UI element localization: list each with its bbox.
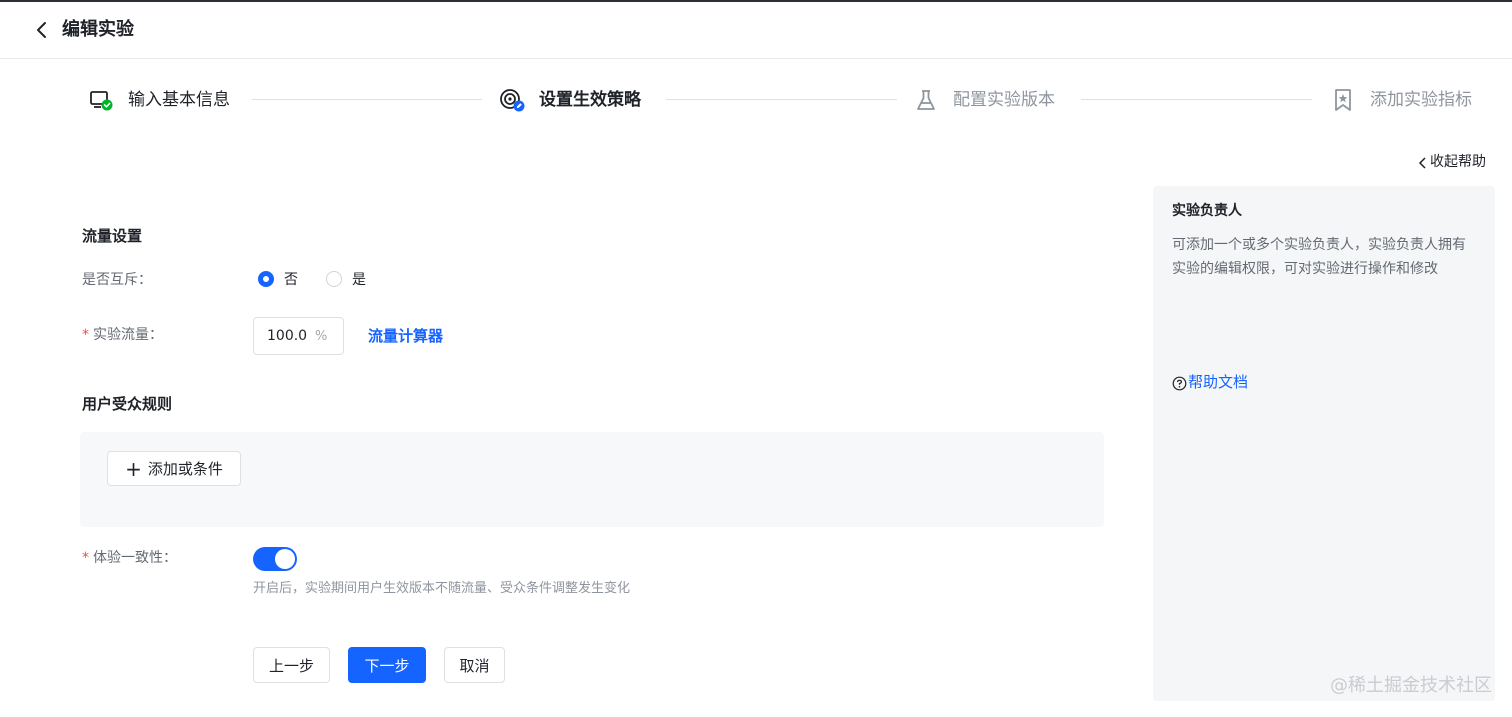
step-metrics[interactable]: 添加实验指标 <box>1330 86 1472 114</box>
page-header: 编辑实验 <box>0 2 1512 59</box>
radio-label: 是 <box>352 272 366 288</box>
monitor-check-icon <box>88 87 114 113</box>
help-panel: 实验负责人 可添加一个或多个实验负责人，实验负责人拥有实验的编辑权限，可对实验进… <box>1153 186 1495 701</box>
consistency-label: 体验一致性： <box>93 550 177 566</box>
audience-rule-box: + 添加或条件 <box>80 432 1104 527</box>
next-step-button[interactable]: 下一步 <box>348 647 426 683</box>
step-connector <box>666 99 897 100</box>
help-doc-link[interactable]: 帮助文档 <box>1172 371 1248 393</box>
cancel-button[interactable]: 取消 <box>444 647 505 683</box>
step-connector <box>1081 99 1312 100</box>
step-label: 添加实验指标 <box>1370 90 1472 110</box>
chevron-left-icon <box>1416 155 1430 169</box>
consistency-hint: 开启后，实验期间用户生效版本不随流量、受众条件调整发生变化 <box>253 581 631 596</box>
flow-label-row: * 实验流量： <box>82 324 163 346</box>
collapse-help-button[interactable]: 收起帮助 <box>1416 151 1486 173</box>
help-description: 可添加一个或多个实验负责人，实验负责人拥有实验的编辑权限，可对实验进行操作和修改 <box>1172 237 1466 277</box>
traffic-calculator-link[interactable]: 流量计算器 <box>368 325 443 347</box>
required-mark: * <box>82 327 89 343</box>
collapse-help-label: 收起帮助 <box>1430 154 1486 170</box>
watermark: @稀土掘金技术社区 <box>1330 675 1492 696</box>
target-edit-icon <box>499 87 525 113</box>
bookmark-star-icon <box>1330 87 1356 113</box>
flow-input[interactable] <box>267 328 311 344</box>
consistency-toggle[interactable] <box>253 547 297 571</box>
back-arrow-icon[interactable] <box>30 18 54 42</box>
add-or-condition-label: 添加或条件 <box>147 460 223 478</box>
radio-unchecked-icon <box>326 271 342 287</box>
radio-checked-icon <box>258 271 274 287</box>
step-strategy[interactable]: 设置生效策略 <box>499 86 641 114</box>
percent-unit: % <box>315 328 328 344</box>
radio-label: 否 <box>284 272 298 288</box>
required-mark: * <box>82 550 89 566</box>
add-or-condition-button[interactable]: + 添加或条件 <box>107 451 241 486</box>
step-label: 输入基本信息 <box>128 90 230 110</box>
audience-section-title: 用户受众规则 <box>82 395 173 413</box>
flow-input-wrapper: % <box>253 317 344 355</box>
page-title: 编辑实验 <box>62 19 134 40</box>
mutex-radio-no[interactable]: 否 <box>258 269 298 289</box>
prev-step-button[interactable]: 上一步 <box>253 647 330 683</box>
flask-icon <box>913 87 939 113</box>
step-label: 设置生效策略 <box>539 90 641 110</box>
plus-icon: + <box>125 456 142 481</box>
step-basic-info[interactable]: 输入基本信息 <box>88 86 230 114</box>
traffic-section-title: 流量设置 <box>82 227 143 245</box>
mutex-radio-yes[interactable]: 是 <box>326 269 366 289</box>
flow-label: 实验流量： <box>93 327 163 343</box>
mutex-label: 是否互斥： <box>82 272 152 288</box>
question-circle-icon <box>1172 375 1187 390</box>
toggle-knob <box>275 549 295 569</box>
step-versions[interactable]: 配置实验版本 <box>913 86 1055 114</box>
step-connector <box>252 99 482 100</box>
consistency-label-row: * 体验一致性： <box>82 547 177 569</box>
help-doc-label: 帮助文档 <box>1188 373 1249 391</box>
step-label: 配置实验版本 <box>953 90 1055 110</box>
help-title: 实验负责人 <box>1172 203 1242 219</box>
